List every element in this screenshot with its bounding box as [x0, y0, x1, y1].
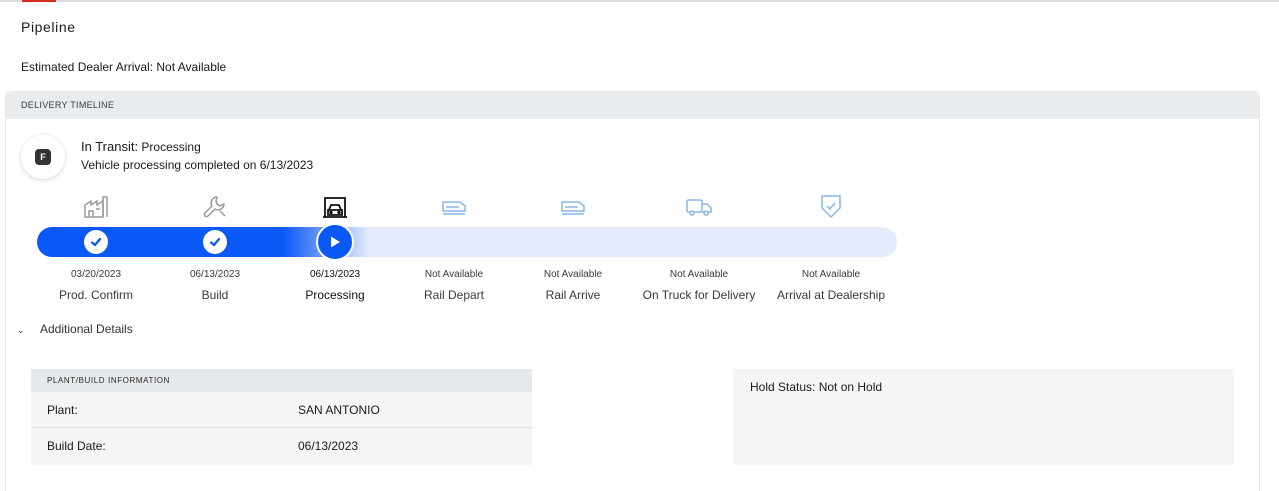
step-date-on-truck: Not Available: [669, 269, 729, 280]
hold-status-panel: Hold Status: Not on Hold: [733, 369, 1234, 465]
step-complete-check-icon: [84, 230, 108, 254]
status-label: In Transit:: [81, 139, 139, 154]
chevron-down-icon: ⌄: [17, 325, 25, 335]
wrench-icon: [200, 193, 230, 221]
additional-details-toggle[interactable]: ⌄ Additional Details: [17, 322, 133, 336]
plant-build-header: PLANT/BUILD INFORMATION: [31, 369, 532, 392]
estimated-arrival-text: Estimated Dealer Arrival: Not Available: [21, 60, 227, 74]
status-badge: F: [21, 135, 65, 179]
truck-icon: [684, 193, 714, 221]
additional-details-label: Additional Details: [40, 322, 133, 336]
status-badge-letter: F: [35, 149, 51, 165]
step-complete-check-icon: [203, 230, 227, 254]
plant-key: Plant:: [47, 403, 78, 417]
plant-row: Plant: SAN ANTONIO: [31, 392, 532, 428]
step-date-build: 06/13/2023: [189, 269, 241, 280]
shield-check-icon: [816, 193, 846, 221]
build-date-value: 06/13/2023: [298, 439, 359, 453]
status-value: Processing: [141, 140, 201, 154]
rail-car-icon: [558, 193, 588, 221]
top-border: [0, 0, 1279, 2]
status-title: In Transit: Processing: [81, 139, 201, 154]
build-date-row: Build Date: 06/13/2023: [31, 428, 532, 464]
step-label-arrival: Arrival at Dealership: [776, 288, 886, 302]
page-title: Pipeline: [21, 19, 76, 35]
hold-status-text: Hold Status: Not on Hold: [750, 380, 883, 394]
status-description: Vehicle processing completed on 6/13/202…: [81, 158, 314, 172]
step-date-rail-arrive: Not Available: [543, 269, 603, 280]
car-garage-icon: [320, 193, 350, 221]
plant-build-panel: PLANT/BUILD INFORMATION Plant: SAN ANTON…: [31, 369, 532, 465]
delivery-timeline-header: DELIVERY TIMELINE: [6, 92, 1259, 119]
build-date-key: Build Date:: [47, 439, 106, 453]
rail-car-icon: [439, 193, 469, 221]
step-label-build: Build: [201, 288, 229, 302]
step-label-on-truck: On Truck for Delivery: [642, 288, 756, 302]
brand-accent-bar: [22, 0, 56, 2]
step-label-rail-arrive: Rail Arrive: [545, 288, 601, 302]
plant-value: SAN ANTONIO: [298, 403, 380, 417]
factory-icon: [81, 193, 111, 221]
current-step-play-icon: [316, 223, 354, 261]
step-date-arrival: Not Available: [801, 269, 861, 280]
